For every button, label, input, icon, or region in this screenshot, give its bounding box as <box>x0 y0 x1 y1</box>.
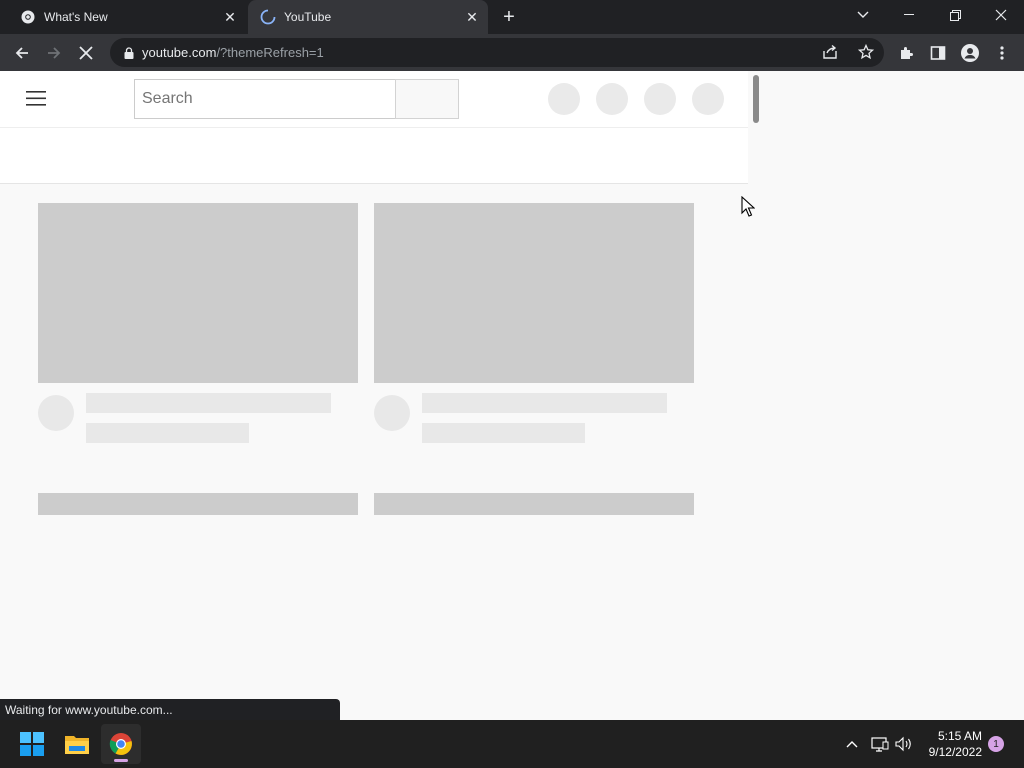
header-button-placeholder[interactable] <box>548 83 580 115</box>
close-window-icon[interactable] <box>978 0 1024 30</box>
status-bubble: Waiting for www.youtube.com... <box>0 699 340 720</box>
channel-avatar-placeholder <box>38 395 74 431</box>
tab-title: What's New <box>44 10 108 24</box>
header-button-placeholder[interactable] <box>596 83 628 115</box>
browser-toolbar: youtube.com/?themeRefresh=1 <box>0 34 1024 71</box>
tab-search-icon[interactable] <box>840 0 886 30</box>
mouse-cursor-icon <box>741 195 756 223</box>
minimize-icon[interactable] <box>886 0 932 30</box>
network-icon[interactable] <box>870 734 890 754</box>
address-bar[interactable]: youtube.com/?themeRefresh=1 <box>110 38 884 67</box>
scrollbar-thumb[interactable] <box>753 75 759 123</box>
file-explorer-icon[interactable] <box>57 724 97 764</box>
search-input[interactable] <box>134 79 396 119</box>
close-tab-icon[interactable]: ✕ <box>462 7 482 27</box>
video-meta-placeholder <box>422 423 585 443</box>
lock-icon[interactable] <box>122 46 136 59</box>
url-text: youtube.com/?themeRefresh=1 <box>142 45 324 60</box>
chrome-taskbar-icon[interactable] <box>101 724 141 764</box>
youtube-header <box>0 71 748 127</box>
more-menu-icon[interactable] <box>989 40 1015 66</box>
back-icon[interactable] <box>9 40 35 66</box>
notification-badge[interactable]: 1 <box>988 736 1004 752</box>
url-path: /?themeRefresh=1 <box>216 45 324 60</box>
scrollbar[interactable] <box>748 71 763 720</box>
video-meta-placeholder <box>86 423 249 443</box>
video-thumbnail-placeholder <box>374 203 694 383</box>
windows-start-icon[interactable] <box>12 724 52 764</box>
chrome-icon <box>20 9 36 25</box>
web-page: Waiting for www.youtube.com... <box>0 71 1024 720</box>
chip-bar-placeholder <box>0 127 748 184</box>
url-host: youtube.com <box>142 45 217 60</box>
video-thumbnail-placeholder <box>38 493 358 515</box>
extensions-icon[interactable] <box>893 40 919 66</box>
active-app-indicator <box>114 759 128 762</box>
clock-date: 9/12/2022 <box>928 745 982 759</box>
volume-icon[interactable] <box>894 734 914 754</box>
channel-avatar-placeholder <box>374 395 410 431</box>
bookmark-star-icon[interactable] <box>857 43 875 65</box>
system-clock[interactable]: 5:15 AM 9/12/2022 <box>920 728 982 760</box>
windows-taskbar: 5:15 AM 9/12/2022 <box>0 720 1024 768</box>
clock-time: 5:15 AM <box>937 729 982 743</box>
new-tab-button[interactable]: + <box>498 6 520 28</box>
status-text: Waiting for www.youtube.com... <box>5 702 173 717</box>
browser-tab-bar: What's New ✕ YouTube ✕ + <box>0 0 1024 34</box>
tab-youtube[interactable]: YouTube ✕ <box>248 0 488 34</box>
restore-icon[interactable] <box>932 0 978 30</box>
tab-title: YouTube <box>284 10 332 24</box>
share-icon[interactable] <box>822 44 838 65</box>
show-hidden-icons-chevron-icon[interactable] <box>842 734 862 754</box>
search-button[interactable] <box>395 79 459 119</box>
tab-whats-new[interactable]: What's New ✕ <box>8 0 246 34</box>
stop-loading-icon[interactable] <box>73 40 99 66</box>
header-button-placeholder[interactable] <box>692 83 724 115</box>
forward-icon[interactable] <box>41 40 67 66</box>
video-title-placeholder <box>86 393 331 413</box>
side-panel-icon[interactable] <box>925 40 951 66</box>
hamburger-menu-icon[interactable] <box>26 91 46 111</box>
video-thumbnail-placeholder <box>374 493 694 515</box>
video-title-placeholder <box>422 393 667 413</box>
video-thumbnail-placeholder <box>38 203 358 383</box>
profile-icon[interactable] <box>957 40 983 66</box>
header-button-placeholder[interactable] <box>644 83 676 115</box>
close-tab-icon[interactable]: ✕ <box>220 7 240 27</box>
loading-spinner-icon <box>260 9 276 25</box>
